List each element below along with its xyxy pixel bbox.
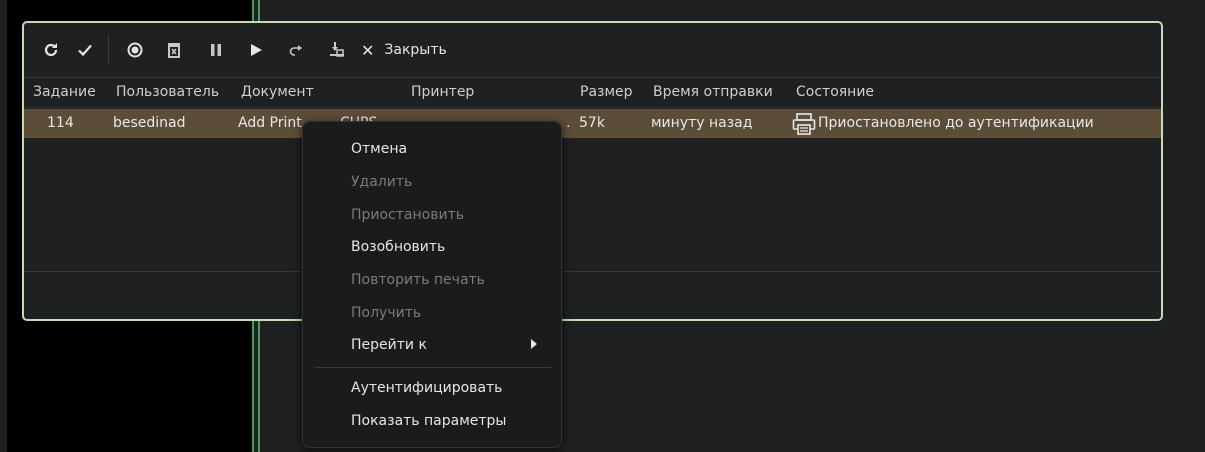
printer-cell-tail: . <box>566 115 571 131</box>
redo-icon <box>289 45 302 56</box>
column-header-document[interactable]: Документ <box>241 84 314 100</box>
menu-item-delete[interactable]: Удалить <box>351 174 412 190</box>
record-icon <box>127 42 143 58</box>
printer-status-icon <box>792 113 816 139</box>
column-header-user[interactable]: Пользователь <box>116 84 219 100</box>
trash-icon <box>168 43 180 58</box>
pause-button[interactable] <box>207 36 225 64</box>
column-header-time[interactable]: Время отправки <box>653 84 773 100</box>
print-queue-window: ✕ Закрыть Задание Пользователь Документ … <box>22 21 1163 321</box>
menu-separator <box>315 367 551 368</box>
user-cell: besedinad <box>113 115 186 131</box>
delete-button[interactable] <box>163 36 185 64</box>
status-cell: Приостановлено до аутентификации <box>818 115 1094 131</box>
toolbar: ✕ Закрыть <box>24 23 1161 77</box>
job-context-menu: Отмена Удалить Приостановить Возобновить… <box>302 121 562 448</box>
pause-icon <box>211 44 221 56</box>
move-job-button[interactable] <box>327 36 347 64</box>
table-bottom-divider <box>24 271 1161 272</box>
record-button[interactable] <box>123 36 147 64</box>
menu-item-show-attributes[interactable]: Показать параметры <box>351 413 506 429</box>
submenu-arrow-icon <box>531 339 537 349</box>
document-cell: Add Print <box>238 115 302 131</box>
menu-item-authenticate[interactable]: Аутентифицировать <box>351 380 502 396</box>
table-header: Задание Пользователь Документ Принтер Ра… <box>24 77 1161 108</box>
column-header-size[interactable]: Размер <box>580 84 633 100</box>
refresh-icon <box>44 43 58 57</box>
move-to-printer-icon <box>330 42 344 57</box>
close-icon: ✕ <box>361 40 375 60</box>
outer-left-margin <box>0 0 7 452</box>
job-id-cell: 114 <box>47 115 74 131</box>
close-button-label: Закрыть <box>384 42 447 58</box>
menu-item-release[interactable]: Возобновить <box>351 239 445 255</box>
menu-item-move-to[interactable]: Перейти к <box>351 337 427 353</box>
size-cell: 57k <box>579 115 605 131</box>
time-cell: минуту назад <box>651 115 753 131</box>
confirm-button[interactable] <box>74 36 96 64</box>
menu-item-cancel[interactable]: Отмена <box>351 141 407 157</box>
column-header-printer[interactable]: Принтер <box>411 84 474 100</box>
refresh-button[interactable] <box>40 36 62 64</box>
menu-item-reprint[interactable]: Повторить печать <box>351 272 485 288</box>
reprint-button[interactable] <box>287 36 305 64</box>
column-header-job[interactable]: Задание <box>33 84 96 100</box>
table-row[interactable]: 114 besedinad Add Print CUPS . 57k минут… <box>24 109 1161 138</box>
play-icon <box>251 44 262 56</box>
menu-item-retrieve[interactable]: Получить <box>351 305 421 321</box>
resume-button[interactable] <box>247 36 265 64</box>
menu-item-hold[interactable]: Приостановить <box>351 207 464 223</box>
column-header-status[interactable]: Состояние <box>796 84 874 100</box>
check-icon <box>78 44 92 57</box>
toolbar-separator <box>108 35 109 65</box>
close-button[interactable]: ✕ Закрыть <box>361 41 447 60</box>
